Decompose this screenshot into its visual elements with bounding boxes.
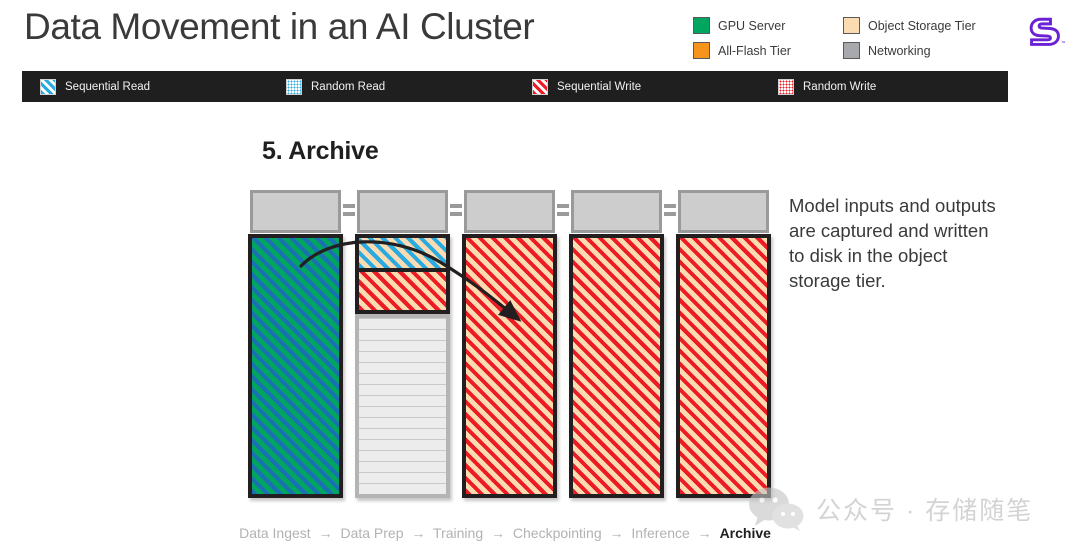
object-storage-column-3[interactable]	[569, 190, 676, 498]
disk-shelf	[355, 314, 450, 498]
pattern-label-random-read: Random Read	[311, 80, 386, 93]
segment-gpu-sequential-read	[252, 238, 339, 494]
pattern-swatch-sequential-read	[40, 78, 56, 95]
legend-label-networking: Networking	[868, 43, 931, 58]
chassis-body	[248, 234, 343, 498]
chassis-body	[676, 234, 771, 498]
breadcrumb-separator: →	[411, 525, 426, 541]
legend-item-gpu-server: GPU Server	[693, 17, 843, 34]
legend-label-all-flash-tier: All-Flash Tier	[718, 43, 791, 58]
chassis-body	[569, 234, 664, 498]
solidigm-logo-icon: ™	[1029, 17, 1066, 46]
networking-box	[250, 190, 341, 233]
pattern-label-sequential-read: Sequential Read	[65, 80, 151, 93]
network-link-icon	[664, 204, 676, 218]
legend-swatch-gpu-server	[693, 17, 710, 34]
object-storage-column[interactable]	[355, 190, 462, 498]
object-storage-column-2[interactable]	[462, 190, 569, 498]
breadcrumb-separator: →	[697, 525, 712, 541]
tier-legend: GPU Server Object Storage Tier All-Flash…	[693, 13, 1003, 63]
legend-swatch-object-storage-tier	[843, 17, 860, 34]
legend-swatch-all-flash-tier	[693, 42, 710, 59]
breadcrumb-separator: →	[609, 525, 624, 541]
segment-object-sequential-write	[466, 238, 553, 494]
segment-object-sequential-write	[680, 238, 767, 494]
breadcrumb-item-training[interactable]: Training	[433, 525, 483, 541]
slide-header: Data Movement in an AI Cluster GPU Serve…	[0, 0, 1080, 70]
rack-diagram	[248, 190, 778, 498]
pattern-legend-item-sequential-read: Sequential Read	[22, 78, 268, 95]
slide-root: Data Movement in an AI Cluster GPU Serve…	[0, 0, 1080, 550]
legend-label-gpu-server: GPU Server	[718, 18, 786, 33]
legend-swatch-networking	[843, 42, 860, 59]
chassis-body	[355, 234, 450, 314]
legend-label-object-storage-tier: Object Storage Tier	[868, 18, 976, 33]
pattern-legend-item-sequential-write: Sequential Write	[514, 78, 760, 95]
svg-text:™: ™	[1061, 40, 1066, 45]
watermark-text: 公众号 · 存储随笔	[816, 497, 1034, 525]
breadcrumb-item-data-ingest[interactable]: Data Ingest	[239, 525, 311, 541]
networking-box	[357, 190, 448, 233]
chassis-body	[462, 234, 557, 498]
legend-item-networking: Networking	[843, 42, 1003, 59]
segment-object-sequential-write	[359, 272, 446, 310]
pattern-legend-bar: Sequential Read Random Read Sequential W…	[22, 71, 1008, 102]
disk-rows	[359, 318, 446, 494]
networking-box	[678, 190, 769, 233]
networking-box	[464, 190, 555, 233]
stage-title: 5. Archive	[262, 137, 379, 165]
network-link-icon	[557, 204, 569, 218]
object-storage-column-4[interactable]	[676, 190, 771, 498]
watermark: 公众号 · 存储随笔	[748, 487, 1033, 531]
breadcrumb-item-data-prep[interactable]: Data Prep	[340, 525, 403, 541]
pattern-label-sequential-write: Sequential Write	[557, 80, 642, 93]
breadcrumb-item-inference[interactable]: Inference	[631, 525, 689, 541]
gpu-server-column[interactable]	[248, 190, 355, 498]
pattern-swatch-sequential-write	[532, 78, 548, 95]
segment-object-sequential-read	[359, 238, 446, 268]
breadcrumb-separator: →	[491, 525, 505, 541]
pattern-legend-item-random-read: Random Read	[268, 78, 514, 95]
segment-object-sequential-write	[573, 238, 660, 494]
wechat-icon	[749, 487, 804, 531]
legend-item-all-flash-tier: All-Flash Tier	[693, 42, 843, 59]
networking-box	[571, 190, 662, 233]
network-link-icon	[450, 204, 462, 218]
pattern-swatch-random-write	[778, 78, 794, 95]
breadcrumb-separator: →	[318, 525, 333, 541]
pattern-legend-item-random-write: Random Write	[760, 78, 1006, 95]
network-link-icon	[343, 204, 355, 218]
pattern-label-random-write: Random Write	[803, 80, 877, 93]
breadcrumb-item-checkpointing[interactable]: Checkpointing	[513, 525, 602, 541]
pattern-swatch-random-read	[286, 78, 302, 95]
page-title: Data Movement in an AI Cluster	[24, 6, 535, 47]
legend-item-object-storage-tier: Object Storage Tier	[843, 17, 1003, 34]
stage-caption: Model inputs and outputs are captured an…	[789, 195, 996, 291]
